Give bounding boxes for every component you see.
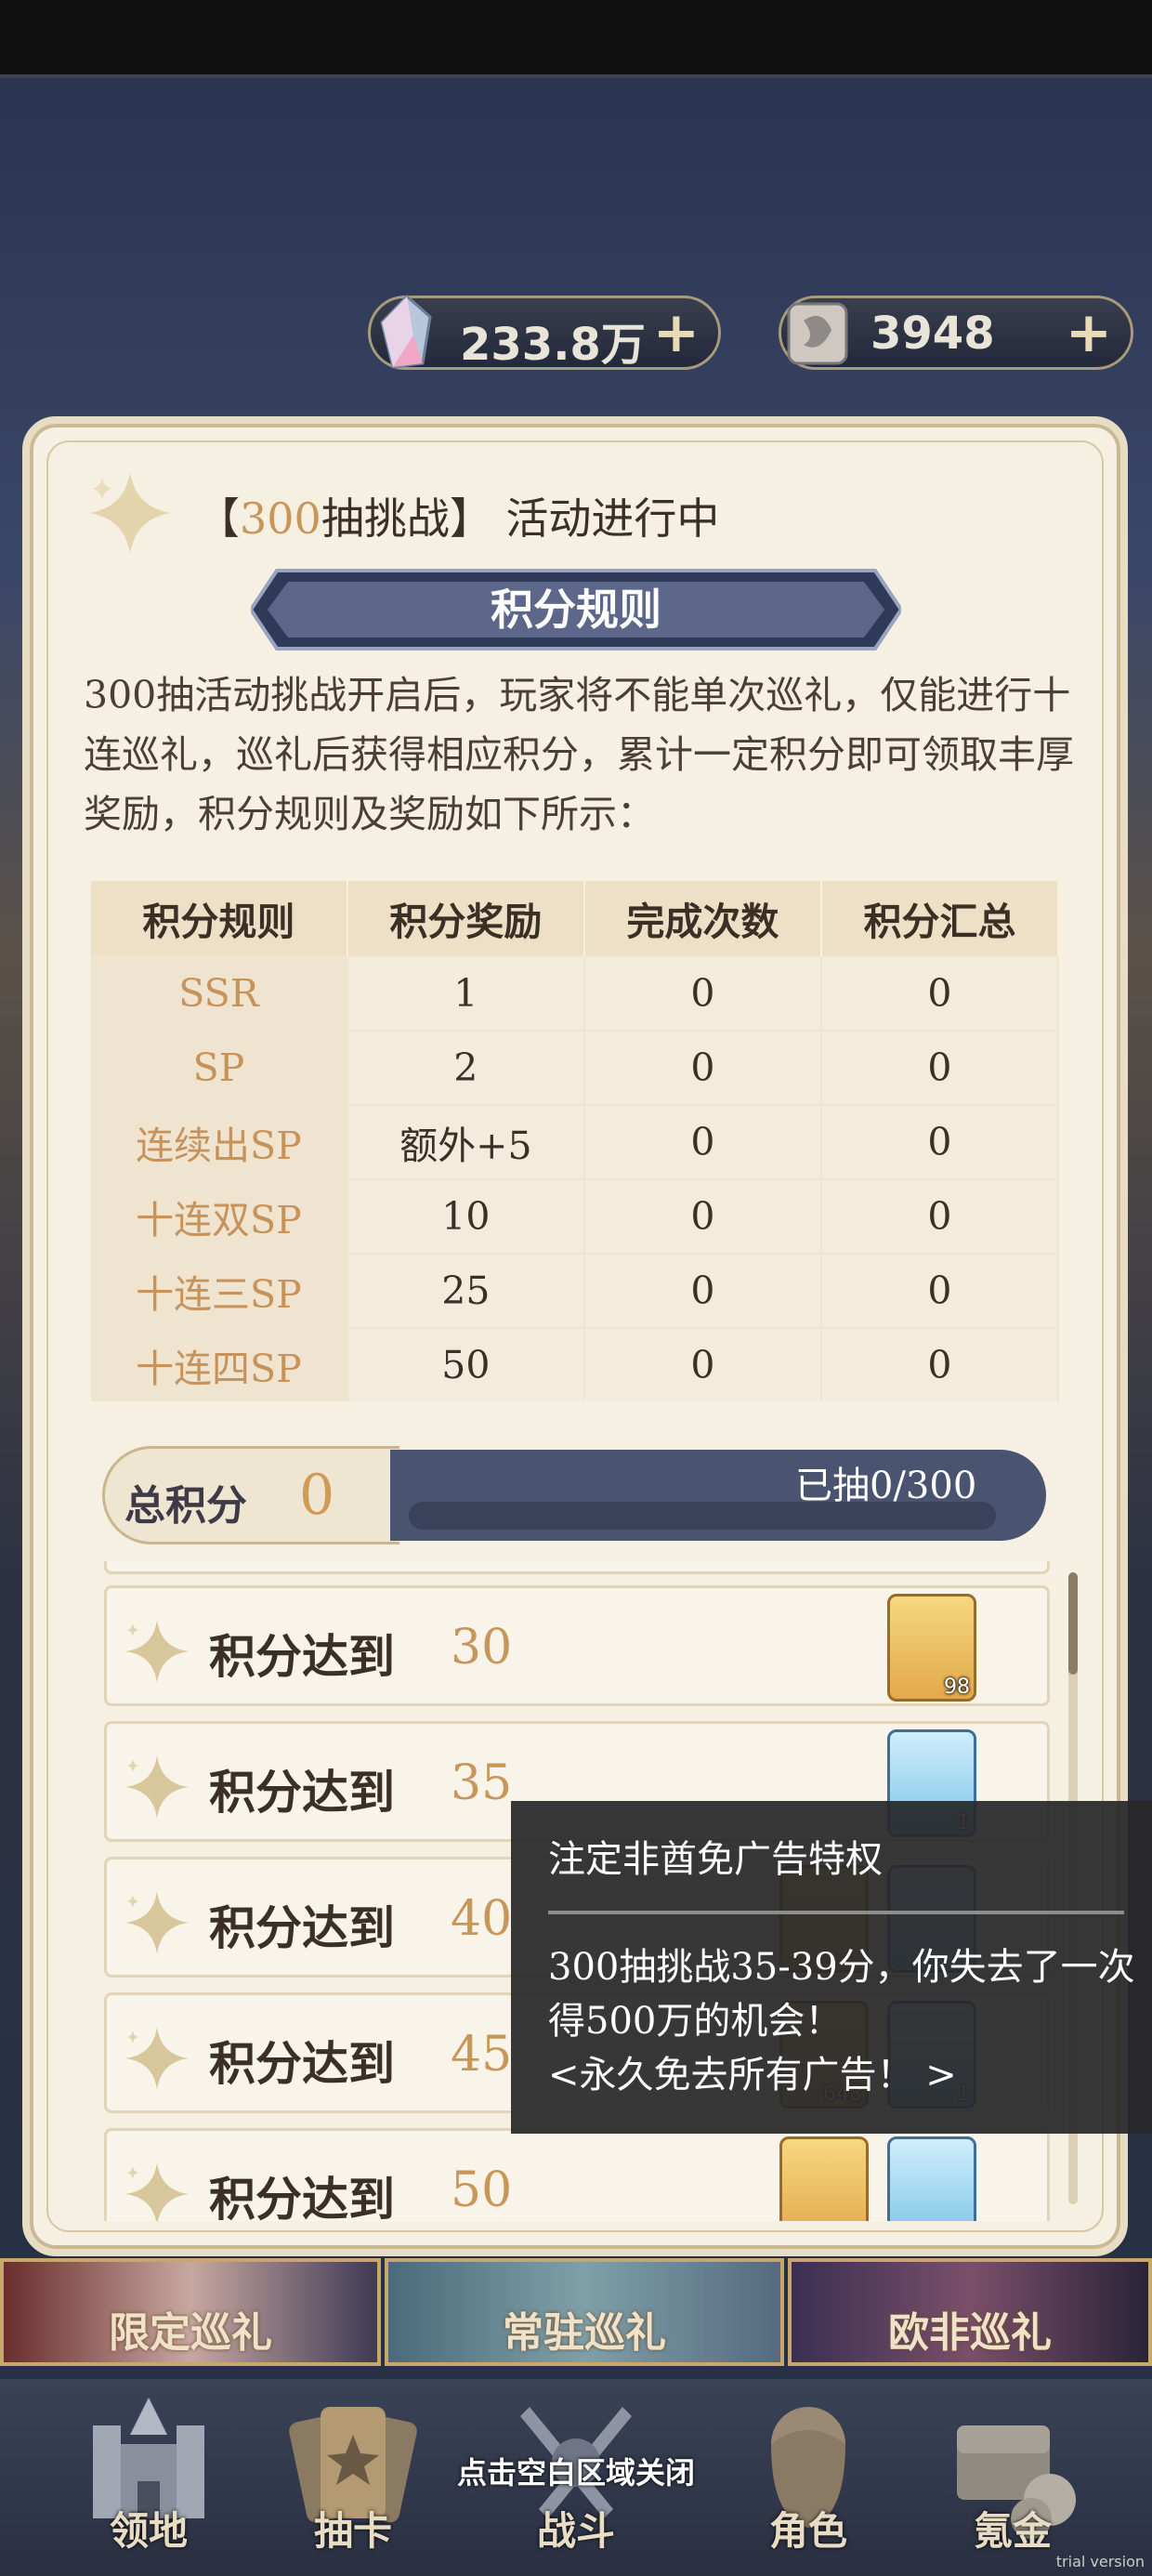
table-row: SP 2 0 0 — [91, 1030, 1060, 1105]
scrollbar-thumb[interactable] — [1068, 1572, 1078, 1675]
table-header: 完成次数 — [583, 881, 822, 956]
add-tickets-button[interactable]: + — [1066, 300, 1112, 365]
rules-banner-title: 积分规则 — [491, 585, 661, 635]
sum-cell: 0 — [820, 1178, 1060, 1254]
table-row: SSR 1 0 0 — [91, 955, 1060, 1031]
table-row: 十连三SP 25 0 0 — [91, 1253, 1060, 1328]
sum-cell: 0 — [820, 1253, 1060, 1328]
tooltip-title: 注定非酋免广告特权 — [548, 1838, 883, 1881]
count-cell: 0 — [583, 1327, 822, 1401]
tooltip-message: 300抽挑战35-39分，你失去了一次得500万的机会！ — [548, 1946, 1135, 2043]
status-bar — [0, 0, 1152, 78]
sum-cell: 0 — [820, 1104, 1060, 1179]
close-hint[interactable]: 点击空白区域关闭 — [0, 2450, 1152, 2492]
reward-cell: 10 — [347, 1178, 585, 1254]
milestone-value: 40 — [451, 1891, 513, 1947]
nav-label-character[interactable]: 角色 — [734, 2500, 883, 2556]
rule-cell: SSR — [91, 955, 348, 1031]
milestone-row[interactable] — [104, 1561, 1050, 1574]
sum-cell: 0 — [820, 955, 1060, 1031]
star-icon — [125, 1620, 189, 1683]
panel-title: 【300抽挑战】 活动进行中 — [197, 493, 720, 544]
table-row: 十连四SP 50 0 0 — [91, 1327, 1060, 1401]
star-icon — [125, 1755, 189, 1819]
star-icon — [125, 1891, 189, 1954]
tickets-counter[interactable]: 3948 + — [779, 296, 1133, 370]
rule-cell: 十连三SP — [91, 1253, 348, 1328]
reward-cell: 50 — [347, 1327, 585, 1401]
milestone-value: 30 — [451, 1620, 513, 1676]
rules-description: 300抽活动挑战开启后，玩家将不能单次巡礼，仅能进行十连巡礼，巡礼后获得相应积分… — [84, 673, 1074, 836]
milestone-row[interactable]: 积分达到 50 — [104, 2128, 1050, 2221]
scroll-icon — [787, 302, 848, 365]
reward-cell: 2 — [347, 1030, 585, 1105]
banner-label: 欧非巡礼 — [888, 2309, 1052, 2357]
gold-ticket-icon[interactable]: 98 — [887, 1594, 976, 1702]
table-header: 积分奖励 — [347, 881, 585, 956]
milestone-row[interactable]: 积分达到 30 98 — [104, 1585, 1050, 1706]
score-rules-table: 积分规则 积分奖励 完成次数 积分汇总 SSR 1 0 0 SP 2 0 0 连… — [91, 881, 1060, 1401]
rule-cell: 十连双SP — [91, 1178, 348, 1254]
reward-count: 98 — [944, 1676, 970, 1699]
blue-ticket-icon[interactable] — [887, 2136, 976, 2221]
total-score-value: 0 — [299, 1463, 335, 1528]
milestone-label: 积分达到 — [209, 1629, 395, 1684]
draw-count: 已抽0/300 — [795, 1465, 977, 1507]
sum-cell: 0 — [820, 1030, 1060, 1105]
tooltip-divider — [548, 1911, 1124, 1914]
reward-cell: 1 — [347, 955, 585, 1031]
gold-ticket-icon[interactable] — [779, 2136, 869, 2221]
sum-cell: 0 — [820, 1327, 1060, 1401]
table-header: 积分规则 — [91, 881, 348, 956]
banner-label: 限定巡礼 — [109, 2309, 272, 2357]
standard-gacha-banner[interactable]: 常驻巡礼 — [385, 2258, 784, 2366]
remove-ads-link[interactable]: <永久免去所有广告！ > — [548, 2048, 1143, 2102]
milestone-label: 积分达到 — [209, 2172, 395, 2221]
tickets-value: 3948 — [871, 308, 995, 360]
banner-label: 常驻巡礼 — [503, 2309, 666, 2357]
nav-label-territory[interactable]: 领地 — [74, 2500, 223, 2556]
count-cell: 0 — [583, 1104, 822, 1179]
milestone-label: 积分达到 — [209, 2036, 395, 2091]
nav-label-battle[interactable]: 战斗 — [502, 2500, 650, 2556]
milestone-value: 45 — [451, 2027, 513, 2083]
count-cell: 0 — [583, 955, 822, 1031]
add-gems-button[interactable]: + — [653, 300, 700, 365]
luck-gacha-banner[interactable]: 欧非巡礼 — [788, 2258, 1152, 2366]
tooltip-body: 300抽挑战35-39分，你失去了一次得500万的机会！ <永久免去所有广告！ … — [548, 1940, 1143, 2102]
milestone-label: 积分达到 — [209, 1900, 395, 1955]
limited-gacha-banner[interactable]: 限定巡礼 — [0, 2258, 381, 2366]
gems-counter[interactable]: 233.8万 + — [368, 294, 721, 371]
milestone-value: 35 — [451, 1755, 513, 1811]
milestone-value: 50 — [451, 2162, 513, 2218]
count-cell: 0 — [583, 1030, 822, 1105]
crystal-icon — [380, 294, 432, 369]
nav-label-recharge[interactable]: 氪金 — [938, 2500, 1087, 2556]
table-row: 十连双SP 10 0 0 — [91, 1178, 1060, 1254]
nav-label-gacha[interactable]: 抽卡 — [279, 2500, 427, 2556]
count-cell: 0 — [583, 1253, 822, 1328]
watermark: trial version — [1055, 2553, 1145, 2570]
gems-value: 233.8万 — [460, 319, 646, 371]
ad-free-tooltip[interactable]: 注定非酋免广告特权 300抽挑战35-39分，你失去了一次得500万的机会！ <… — [511, 1801, 1152, 2134]
rule-cell: SP — [91, 1030, 348, 1105]
table-row: 连续出SP 额外+5 0 0 — [91, 1104, 1060, 1179]
rule-cell: 连续出SP — [91, 1104, 348, 1179]
star-icon — [125, 2027, 189, 2090]
count-cell: 0 — [583, 1178, 822, 1254]
milestone-label: 积分达到 — [209, 1765, 395, 1820]
reward-cell: 额外+5 — [347, 1104, 585, 1179]
rule-cell: 十连四SP — [91, 1327, 348, 1401]
sparkle-icon — [89, 472, 171, 554]
reward-cell: 25 — [347, 1253, 585, 1328]
total-score-label: 总积分 — [124, 1482, 247, 1530]
star-icon — [125, 2162, 189, 2221]
table-header: 积分汇总 — [820, 881, 1060, 956]
